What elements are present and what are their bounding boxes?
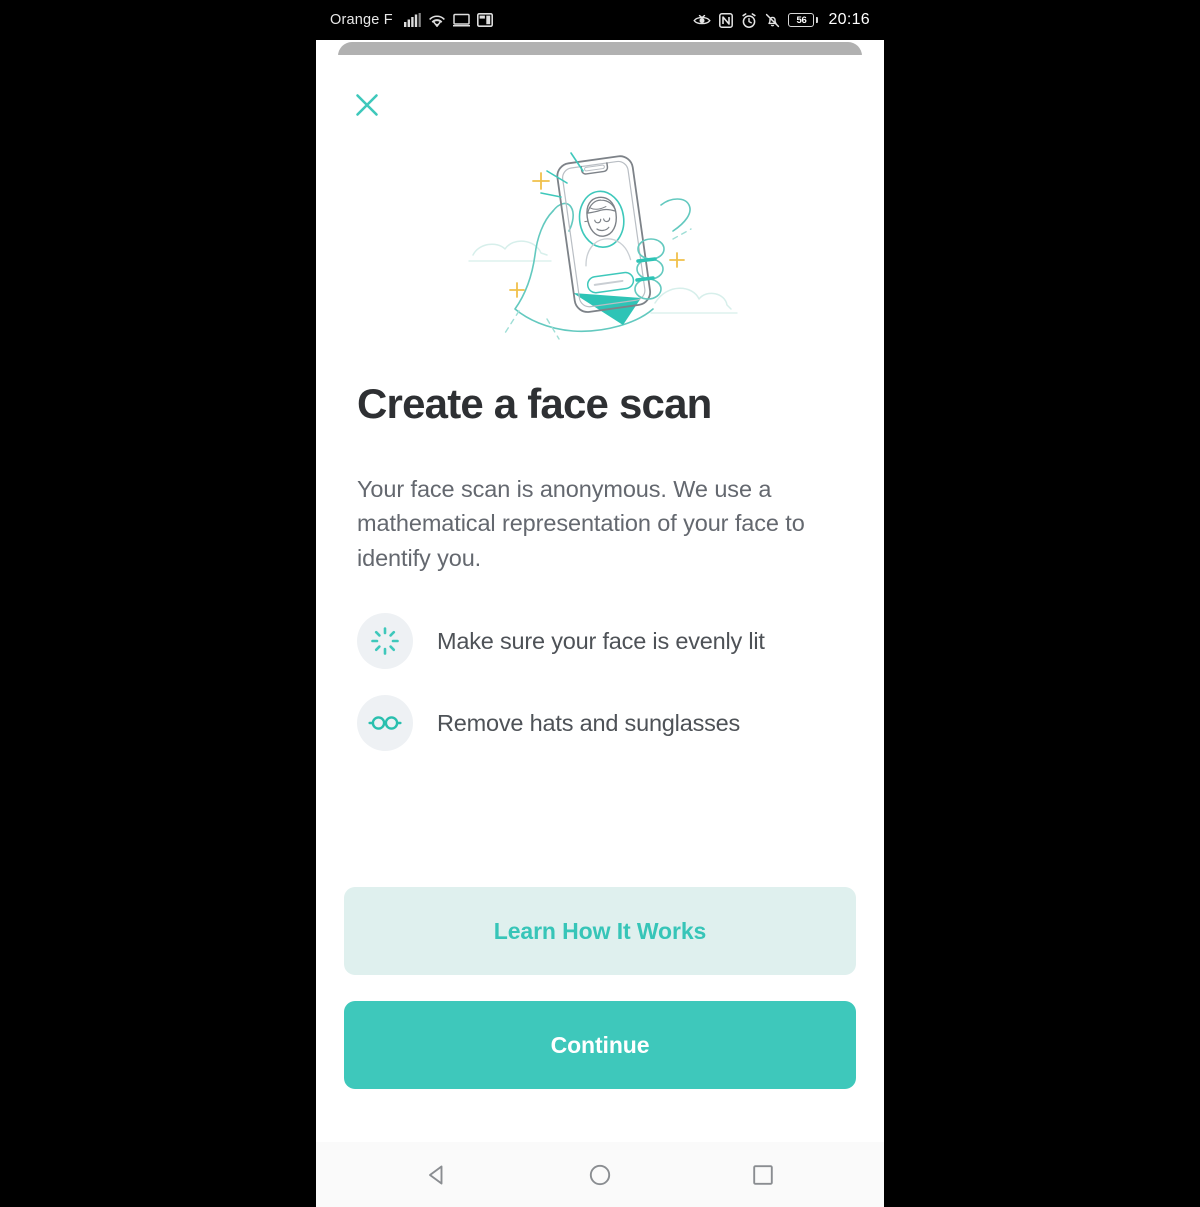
cast-screen-icon — [452, 13, 470, 27]
phone-screen: Orange F 56 20:16 Create a face scan You… — [316, 0, 884, 1207]
nfc-icon — [719, 12, 734, 28]
sunglasses-icon — [357, 695, 413, 751]
back-triangle-icon — [429, 1165, 443, 1184]
battery-level-label: 56 — [788, 13, 815, 27]
home-circle-icon — [589, 1164, 611, 1185]
android-navigation-bar — [316, 1142, 884, 1207]
face-scan-sheet: Create a face scan Your face scan is ano… — [316, 55, 884, 1142]
list-item: Remove hats and sunglasses — [357, 682, 847, 764]
status-bar-left: Orange F — [330, 12, 493, 28]
nav-recents-button[interactable] — [733, 1145, 793, 1205]
brightness-sun-icon — [357, 613, 413, 669]
nav-back-button[interactable] — [407, 1145, 467, 1205]
list-item-label: Make sure your face is evenly lit — [437, 627, 765, 654]
illustration-container — [316, 140, 884, 355]
nav-home-button[interactable] — [570, 1145, 630, 1205]
close-button[interactable] — [347, 85, 387, 125]
list-item: Make sure your face is evenly lit — [357, 600, 847, 682]
list-item-label: Remove hats and sunglasses — [437, 709, 741, 736]
status-bar-right: 56 20:16 — [693, 11, 870, 29]
page-title: Create a face scan — [357, 380, 712, 427]
learn-how-it-works-button[interactable]: Learn How It Works — [344, 887, 856, 975]
status-bar: Orange F 56 20:16 — [316, 0, 884, 40]
close-icon — [356, 94, 378, 116]
mute-icon — [765, 13, 780, 28]
screenshot-icon — [476, 13, 493, 27]
battery-tip — [815, 17, 819, 23]
carrier-label: Orange F — [330, 12, 393, 28]
page-subtitle: Your face scan is anonymous. We use a ma… — [357, 476, 805, 571]
clock-label: 20:16 — [828, 11, 870, 28]
tips-list: Make sure your face is evenly lit Remove… — [357, 600, 847, 764]
cellular-signal-icon — [403, 13, 421, 27]
recents-square-icon — [752, 1164, 773, 1185]
alarm-icon — [741, 12, 757, 28]
wifi-icon — [428, 13, 446, 27]
battery-icon: 56 — [788, 13, 819, 27]
eye-comfort-icon — [693, 13, 712, 27]
continue-button[interactable]: Continue — [344, 1001, 856, 1089]
hand-holding-phone-face-scan-illustration — [468, 151, 738, 340]
